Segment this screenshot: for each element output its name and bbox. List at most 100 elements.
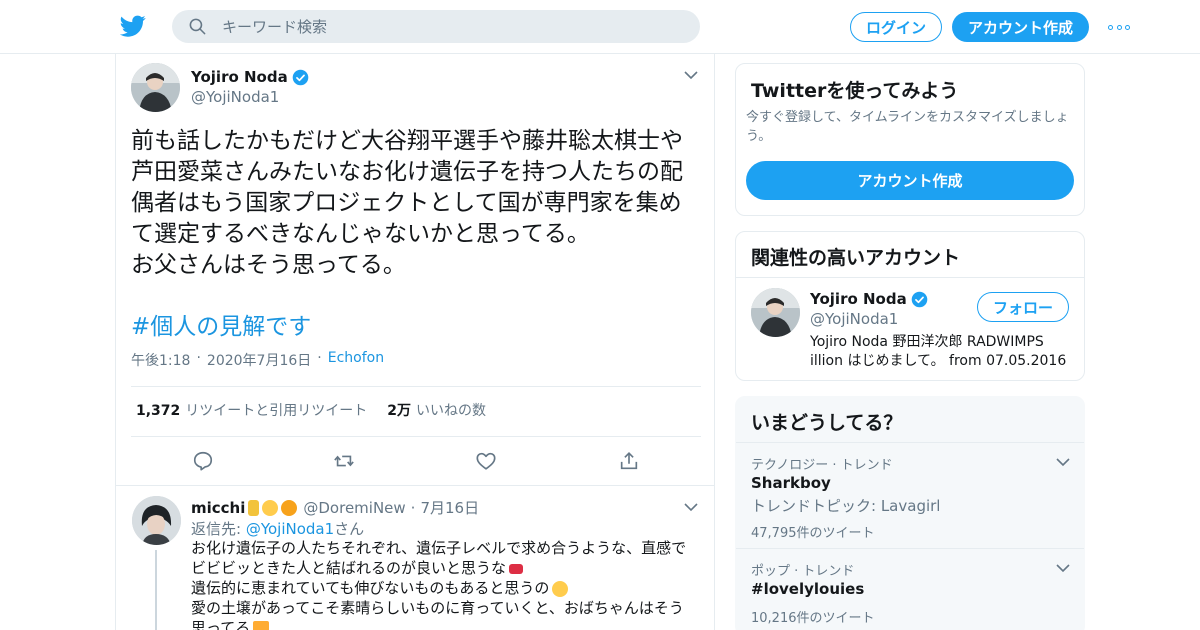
trend-item[interactable]: テクノロジー · トレンド Sharkboy トレンドトピック: Lavagir… <box>736 442 1084 548</box>
retweet-label: リツイートと引用リツイート <box>185 403 368 419</box>
trend-tweet-count: 10,216件のツイート <box>751 611 875 626</box>
smiling-face-emoji-icon <box>262 499 279 516</box>
main-column: Yojiro Noda @YojiNoda1 前も話したかもだけど大谷翔平選手や… <box>115 54 715 630</box>
signup-card-description: 今すぐ登録して、タイムラインをカスタマイズしましょう。 <box>746 110 1069 144</box>
reply-text-line: 遺伝的に恵まれていても伸びないものもあると思うの <box>191 578 706 598</box>
retweet-icon[interactable] <box>333 450 355 472</box>
meta-separator: · <box>410 498 416 517</box>
relieved-face-emoji-icon <box>552 580 569 597</box>
meta-separator: · <box>196 350 201 366</box>
avatar[interactable] <box>132 496 181 545</box>
sparkles-emoji-icon <box>253 620 270 630</box>
trend-subtitle: トレンドトピック: Lavagirl <box>751 497 941 515</box>
reply-text: お化け遺伝子の人たちそれぞれ、遺伝子レベルで求め合うような、直感で ビビビッとき… <box>191 538 706 630</box>
more-options-icon[interactable] <box>1108 22 1130 32</box>
trend-item[interactable]: ポップ · トレンド #lovelylouies 10,216件のツイート <box>736 548 1084 630</box>
reply-text-segment: 愛の土壌があってこそ素晴らしいものに育っていくと、おばちゃんはそう <box>191 599 684 617</box>
reply-header: micchi @DoremiNew · 7月16日 <box>191 497 479 518</box>
reply-author-handle[interactable]: @DoremiNew <box>303 499 405 517</box>
chevron-down-icon[interactable] <box>684 502 698 512</box>
reply-text-segment: ビビビッときた人と結ばれるのが良いと思うな <box>191 559 507 577</box>
profile-photo <box>132 496 181 545</box>
reply-date[interactable]: 7月16日 <box>420 497 479 518</box>
signup-button[interactable]: アカウント作成 <box>952 12 1089 42</box>
tweet-date[interactable]: 2020年7月16日 <box>207 350 311 370</box>
profile-photo <box>751 288 800 337</box>
search-input[interactable] <box>222 10 682 43</box>
divider <box>116 485 714 486</box>
signup-card-title: Twitterを使ってみよう <box>751 80 959 102</box>
chevron-down-icon[interactable] <box>1056 457 1070 467</box>
avatar[interactable] <box>751 288 800 337</box>
top-bar: ログイン アカウント作成 <box>0 0 1200 54</box>
related-card-title: 関連性の高いアカウント <box>751 247 961 269</box>
like-icon[interactable] <box>475 450 497 472</box>
trend-category: テクノロジー · トレンド <box>751 458 893 473</box>
tweet-actions <box>116 450 716 484</box>
related-accounts-card: 関連性の高いアカウント Yojiro Noda @YojiNoda1 フォロー … <box>735 231 1085 381</box>
reply-to-suffix: さん <box>334 520 365 538</box>
reply-to-mention[interactable]: @YojiNoda1 <box>246 520 334 538</box>
author-name-text[interactable]: Yojiro Noda <box>191 68 288 86</box>
reply-to: 返信先: @YojiNoda1さん <box>191 518 364 539</box>
verified-badge-icon <box>292 69 309 85</box>
meta-separator: · <box>317 350 322 366</box>
bio-line: illion はじめまして。 from 07.05.2016 <box>810 353 1067 369</box>
tweet-time[interactable]: 午後1:18 <box>131 350 190 370</box>
trends-card: いまどうしてる？ テクノロジー · トレンド Sharkboy トレンドトピック… <box>735 396 1085 630</box>
twitter-bird-icon[interactable] <box>120 13 146 39</box>
like-label: いいねの数 <box>416 403 487 419</box>
chevron-down-icon[interactable] <box>1056 563 1070 573</box>
reply-to-prefix: 返信先: <box>191 520 246 538</box>
tweet-text-line: 芦田愛菜さんみたいなお化け遺伝子を持つ人たちの配 <box>131 159 683 185</box>
share-icon[interactable] <box>618 450 640 472</box>
follow-button[interactable]: フォロー <box>977 292 1069 322</box>
retweet-stat[interactable]: 1,372 リツイートと引用リツイート <box>136 400 367 420</box>
reply-icon[interactable] <box>192 450 214 472</box>
related-account-bio: Yojiro Noda 野田洋次郎 RADWIMPS illion はじめまして… <box>810 333 1080 371</box>
signup-card-button[interactable]: アカウント作成 <box>746 161 1074 200</box>
tweet-text: 前も話したかもだけど大谷翔平選手や藤井聡太棋士や 芦田愛菜さんみたいなお化け遺伝… <box>131 126 703 281</box>
author-handle[interactable]: @YojiNoda1 <box>191 88 279 106</box>
related-account-handle[interactable]: @YojiNoda1 <box>810 310 898 328</box>
avatar[interactable] <box>131 63 180 112</box>
trend-name[interactable]: Sharkboy <box>751 474 831 492</box>
pineapple-emoji-icon <box>248 499 260 516</box>
reply-author-name[interactable]: micchi <box>191 499 245 517</box>
divider <box>131 436 701 437</box>
author-name[interactable]: Yojiro Noda <box>191 68 309 86</box>
login-button[interactable]: ログイン <box>850 12 942 42</box>
reply-text-line: ビビビッときた人と結ばれるのが良いと思うな <box>191 558 706 578</box>
related-account-name[interactable]: Yojiro Noda <box>810 290 928 308</box>
reply-text-segment: 遺伝的に恵まれていても伸びないものもあると思うの <box>191 579 550 597</box>
verified-badge-icon <box>911 291 928 307</box>
chevron-down-icon[interactable] <box>684 70 698 80</box>
tweet-text-line: 前も話したかもだけど大谷翔平選手や藤井聡太棋士や <box>131 128 683 154</box>
tweet-stats: 1,372 リツイートと引用リツイート 2万 いいねの数 <box>136 400 486 420</box>
reply-text-segment: お化け遺伝子の人たちそれぞれ、遺伝子レベルで求め合うような、直感で <box>191 539 687 557</box>
like-count: 2万 <box>387 403 412 419</box>
tweet-text-line: お父さんはそう思ってる。 <box>131 252 406 278</box>
reply-text-line: 愛の土壌があってこそ素晴らしいものに育っていくと、おばちゃんはそう <box>191 598 706 618</box>
search-icon <box>189 18 206 35</box>
trends-card-title: いまどうしてる？ <box>751 412 903 434</box>
retweet-count: 1,372 <box>136 403 181 419</box>
like-stat[interactable]: 2万 いいねの数 <box>387 400 486 420</box>
search-box[interactable] <box>172 10 700 43</box>
reply-text-line: 思ってる <box>191 618 706 630</box>
signup-card: Twitterを使ってみよう 今すぐ登録して、タイムラインをカスタマイズしましょ… <box>735 63 1085 216</box>
reply-text-segment: 思ってる <box>191 619 251 630</box>
sunflower-emoji-icon <box>281 499 298 516</box>
related-account-name-text[interactable]: Yojiro Noda <box>810 290 907 308</box>
divider <box>736 277 1084 278</box>
tweet-source-link[interactable]: Echofon <box>328 350 384 370</box>
ribbon-emoji-icon <box>509 563 524 574</box>
tweet-meta: 午後1:18 · 2020年7月16日 · Echofon <box>131 350 384 370</box>
trend-name[interactable]: #lovelylouies <box>751 580 864 598</box>
divider <box>131 386 701 387</box>
tweet-text-line: 偶者はもう国家プロジェクトとして国が専門家を集め <box>131 190 682 216</box>
tweet-text-line: て選定するべきなんじゃないかと思ってる。 <box>131 221 590 247</box>
profile-photo <box>131 63 180 112</box>
thread-line <box>155 550 157 630</box>
hashtag-link[interactable]: #個人の見解です <box>131 307 311 341</box>
